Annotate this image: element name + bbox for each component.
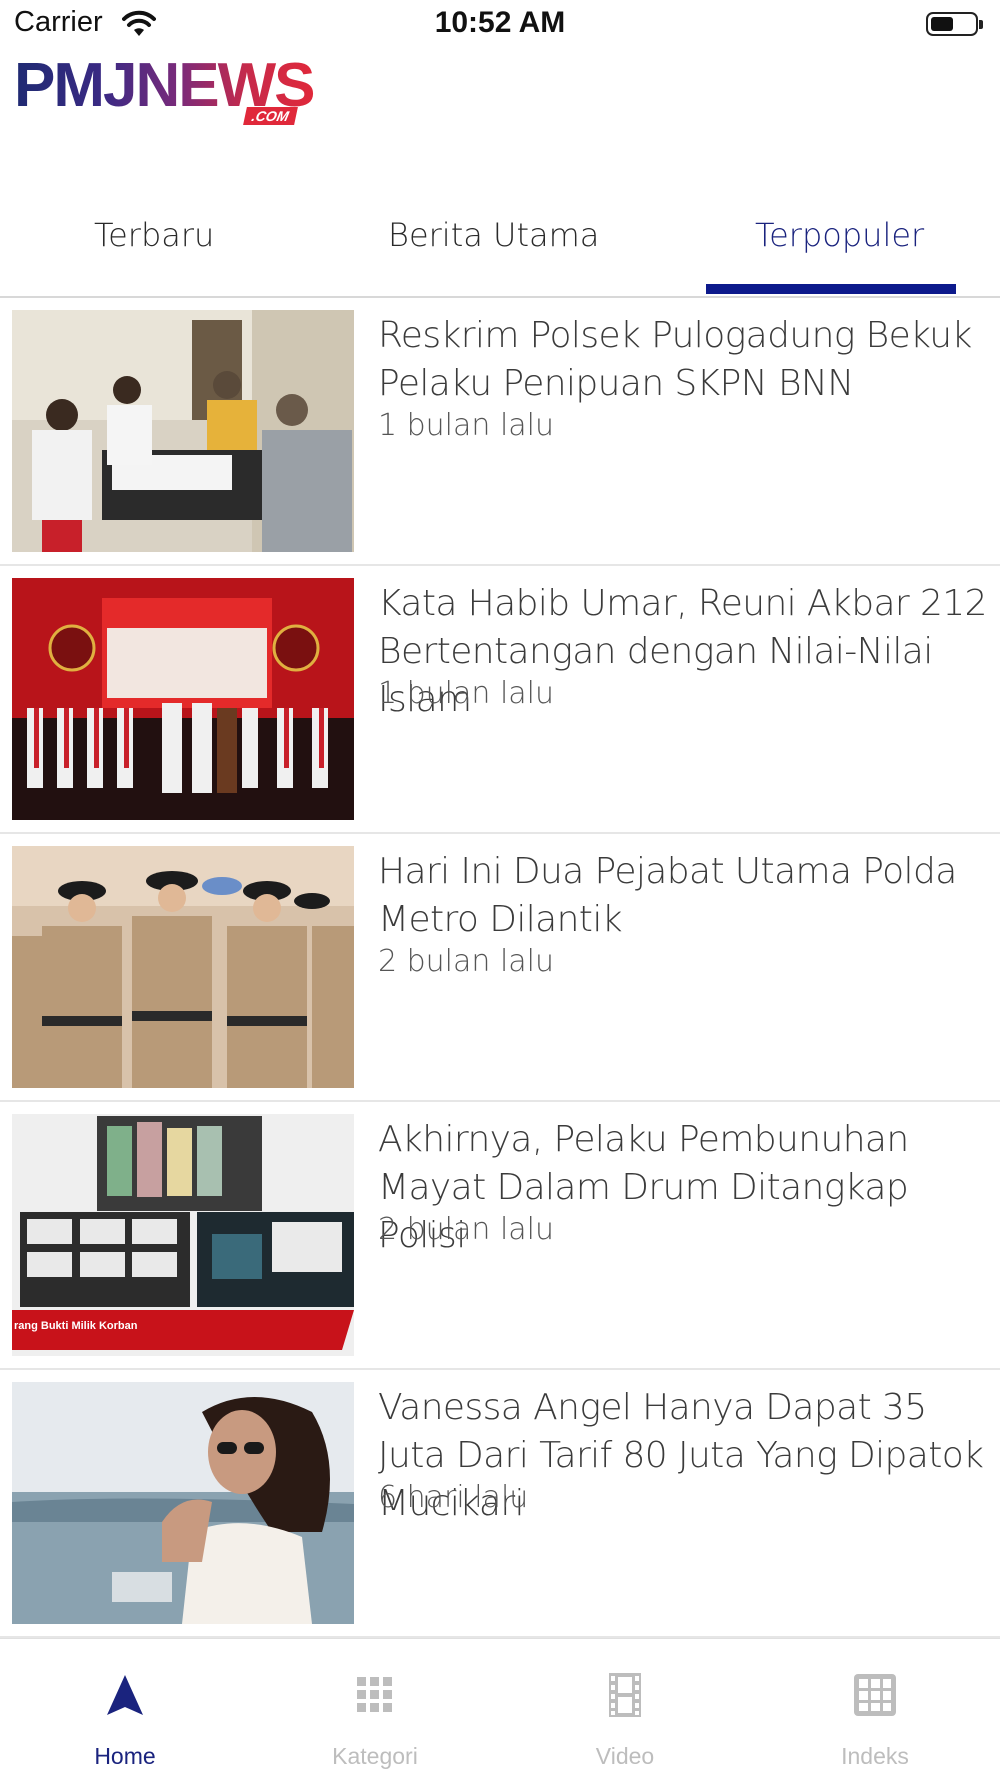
app-logo[interactable]: PMJNEWS .COM bbox=[14, 52, 315, 132]
article-title[interactable]: Reskrim Polsek Pulogadung Bekuk Pelaku P… bbox=[378, 312, 988, 408]
article-thumbnail[interactable] bbox=[12, 310, 354, 552]
article-age: 1 bulan lalu bbox=[378, 676, 555, 711]
nav-home[interactable]: Home bbox=[0, 1639, 250, 1779]
nav-video-label: Video bbox=[595, 1743, 655, 1769]
article-item[interactable]: Vanessa Angel Hanya Dapat 35 Juta Dari T… bbox=[0, 1370, 1000, 1638]
nav-kategori-label: Kategori bbox=[332, 1743, 418, 1769]
nav-indeks[interactable]: Indeks bbox=[750, 1639, 1000, 1779]
article-age: 2 bulan lalu bbox=[378, 1212, 555, 1247]
active-tab-indicator bbox=[706, 284, 956, 294]
status-bar: Carrier 10:52 AM bbox=[0, 0, 1000, 50]
article-thumbnail[interactable] bbox=[12, 846, 354, 1088]
article-thumbnail[interactable] bbox=[12, 578, 354, 820]
article-thumbnail[interactable] bbox=[12, 1382, 354, 1624]
bottom-navigation: Home Kategori Video Indeks bbox=[0, 1638, 1000, 1779]
tab-terbaru[interactable]: Terbaru bbox=[94, 216, 214, 254]
clock: 10:52 AM bbox=[434, 6, 566, 39]
nav-video[interactable]: Video bbox=[500, 1639, 750, 1779]
tab-bar: Terbaru Berita Utama Terpopuler bbox=[0, 200, 1000, 298]
article-item[interactable]: rang Bukti Milik Korban Akhirnya, Pelaku… bbox=[0, 1102, 1000, 1370]
article-list: Reskrim Polsek Pulogadung Bekuk Pelaku P… bbox=[0, 298, 1000, 1638]
battery-icon bbox=[926, 12, 983, 36]
tab-berita-utama[interactable]: Berita Utama bbox=[388, 216, 599, 254]
film-strip-icon bbox=[609, 1673, 641, 1717]
tab-terpopuler[interactable]: Terpopuler bbox=[755, 216, 924, 254]
logo-suffix: .COM bbox=[243, 107, 298, 125]
grid-dots-icon bbox=[357, 1677, 392, 1712]
thumbnail-caption: rang Bukti Milik Korban bbox=[14, 1320, 138, 1332]
article-age: 1 bulan lalu bbox=[378, 408, 555, 443]
nav-indeks-label: Indeks bbox=[841, 1743, 909, 1769]
navigation-arrow-icon bbox=[107, 1675, 143, 1715]
article-item[interactable]: Kata Habib Umar, Reuni Akbar 212 Bertent… bbox=[0, 566, 1000, 834]
article-age: 2 bulan lalu bbox=[378, 944, 555, 979]
nav-home-label: Home bbox=[94, 1743, 156, 1769]
nav-kategori[interactable]: Kategori bbox=[250, 1639, 500, 1779]
article-item[interactable]: Hari Ini Dua Pejabat Utama Polda Metro D… bbox=[0, 834, 1000, 1102]
article-title[interactable]: Hari Ini Dua Pejabat Utama Polda Metro D… bbox=[378, 848, 988, 944]
article-item[interactable]: Reskrim Polsek Pulogadung Bekuk Pelaku P… bbox=[0, 298, 1000, 566]
article-age: 6 hari lalu bbox=[378, 1480, 529, 1515]
article-thumbnail[interactable]: rang Bukti Milik Korban bbox=[12, 1114, 354, 1356]
grid-table-icon bbox=[854, 1674, 896, 1716]
